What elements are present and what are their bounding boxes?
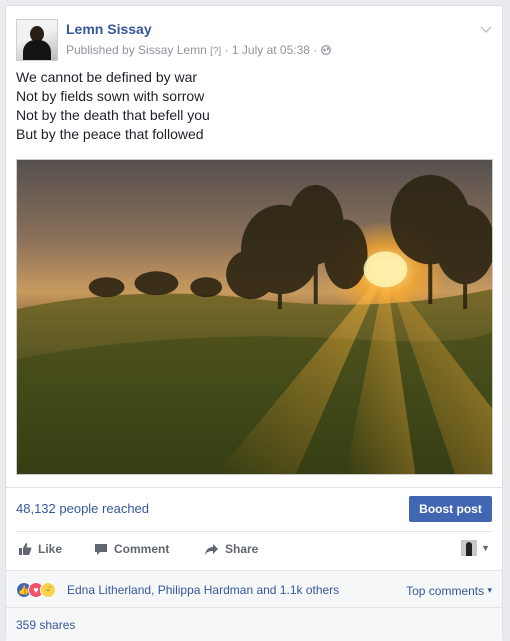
post-photo[interactable]: [16, 159, 493, 475]
share-button[interactable]: Share: [204, 542, 258, 556]
message-line: Not by fields sown with sorrow: [16, 88, 205, 104]
sad-reaction-icon: ᵕ̈: [40, 582, 56, 598]
page-avatar: [461, 540, 478, 556]
like-button[interactable]: Like: [18, 542, 62, 556]
message-line: We cannot be defined by war: [16, 69, 198, 85]
thumbs-up-icon: [18, 542, 32, 556]
post-header: Lemn Sissay Published by Sissay Lemn [?]…: [16, 16, 492, 62]
boost-post-button[interactable]: Boost post: [409, 496, 492, 522]
message-line: Not by the death that befell you: [16, 107, 210, 123]
author-avatar[interactable]: [16, 19, 58, 61]
reactions-summary[interactable]: Edna Litherland, Philippa Hardman and 1.…: [67, 583, 339, 597]
divider: [16, 531, 492, 532]
comment-label: Comment: [114, 542, 170, 556]
post-message: We cannot be defined by war Not by field…: [16, 68, 210, 144]
comment-icon: [94, 542, 108, 556]
shares-count[interactable]: 359 shares: [16, 618, 75, 632]
share-icon: [204, 543, 219, 556]
post-timestamp[interactable]: 1 July at 05:38: [232, 43, 310, 57]
help-marker[interactable]: [?]: [210, 46, 221, 57]
divider: [6, 487, 502, 488]
caret-down-icon: ▾: [487, 585, 492, 595]
action-bar: Like Comment Share ▼: [16, 538, 492, 564]
landscape-photo: [17, 174, 492, 474]
caret-down-icon: ▼: [481, 543, 490, 553]
like-label: Like: [38, 542, 63, 556]
comment-button[interactable]: Comment: [94, 542, 169, 556]
message-line: But by the peace that followed: [16, 126, 204, 142]
post-meta: Published by Sissay Lemn [?] · 1 July at…: [66, 43, 331, 57]
meta-separator: ·: [224, 43, 229, 57]
meta-separator-2: ·: [313, 43, 318, 57]
globe-icon[interactable]: [320, 43, 331, 57]
post-card: Lemn Sissay Published by Sissay Lemn [?]…: [5, 5, 503, 641]
author-name[interactable]: Lemn Sissay: [66, 21, 152, 37]
published-by[interactable]: Published by Sissay Lemn: [66, 43, 207, 57]
page-selector[interactable]: ▼: [461, 540, 490, 556]
share-label: Share: [225, 542, 259, 556]
top-comments-dropdown[interactable]: Top comments ▾: [406, 584, 492, 598]
avatar-body: [23, 40, 51, 60]
reactions-bar: 👍 ♥ ᵕ̈ Edna Litherland, Philippa Hardman…: [6, 570, 502, 608]
top-comments-label: Top comments: [406, 584, 485, 598]
shares-bar: 359 shares: [6, 607, 502, 641]
reaction-icons[interactable]: 👍 ♥ ᵕ̈: [16, 582, 64, 598]
chevron-down-icon[interactable]: [480, 22, 492, 37]
people-reached[interactable]: 48,132 people reached: [16, 501, 149, 516]
